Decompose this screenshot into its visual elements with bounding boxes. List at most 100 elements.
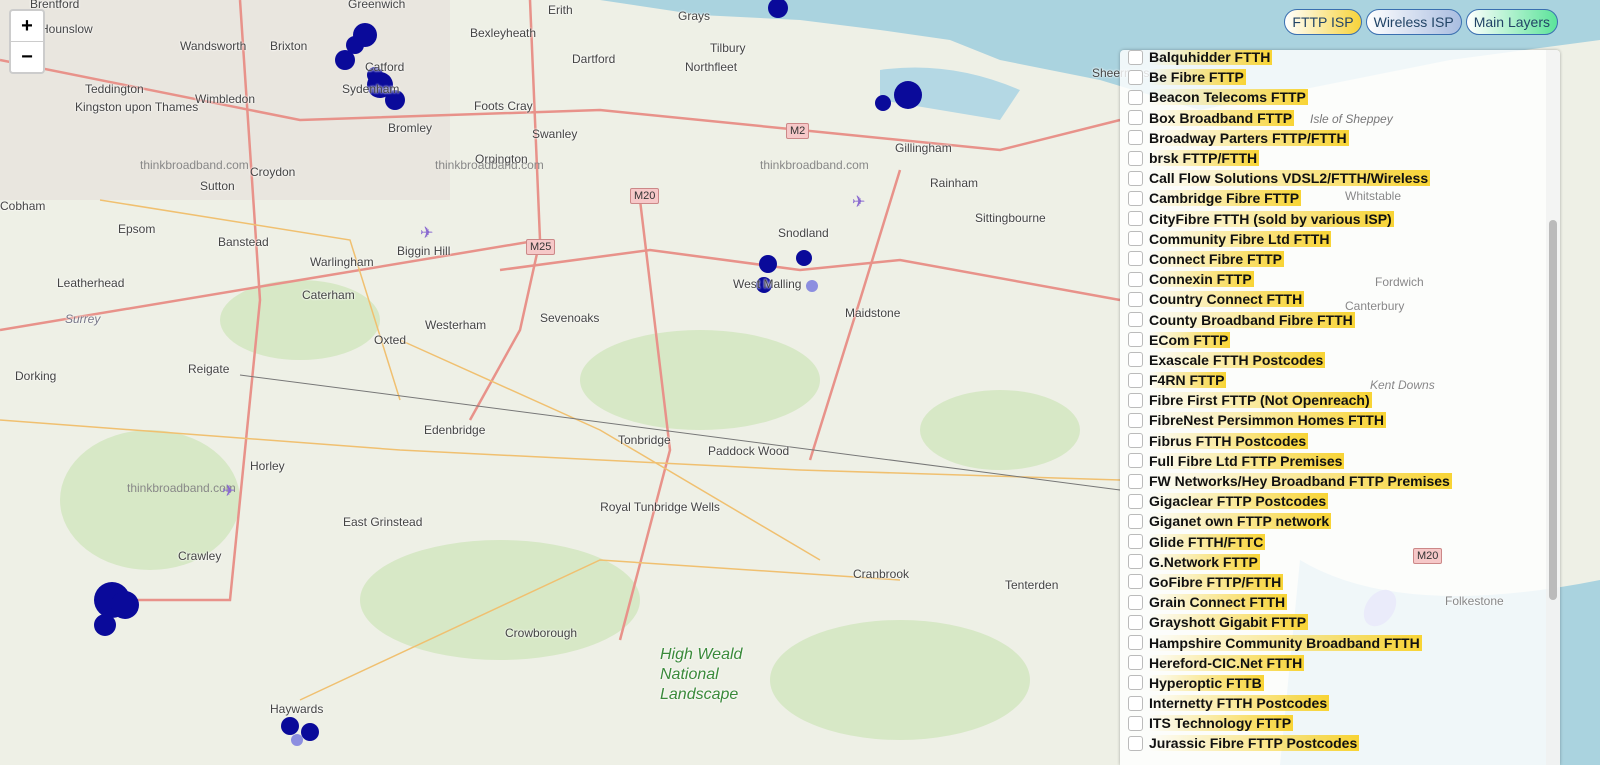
layer-item[interactable]: Country Connect FTTH bbox=[1120, 289, 1560, 309]
layer-checkbox[interactable] bbox=[1128, 150, 1143, 166]
layer-item[interactable]: Internetty FTTH Postcodes bbox=[1120, 693, 1560, 713]
layer-item[interactable]: CityFibre FTTH (sold by various ISP) bbox=[1120, 209, 1560, 229]
layer-checkbox[interactable] bbox=[1128, 211, 1143, 227]
layer-checkbox[interactable] bbox=[1128, 170, 1143, 186]
place-label: Sittingbourne bbox=[975, 211, 1046, 225]
layer-item[interactable]: Be Fibre FTTP bbox=[1120, 67, 1560, 87]
tab-fttp-isp[interactable]: FTTP ISP bbox=[1284, 9, 1362, 35]
place-label: Rainham bbox=[930, 176, 979, 190]
layer-checkbox[interactable] bbox=[1128, 130, 1143, 146]
layer-item[interactable]: Gigaclear FTTP Postcodes bbox=[1120, 491, 1560, 511]
layer-item[interactable]: Connexin FTTP bbox=[1120, 269, 1560, 289]
layer-item[interactable]: Connect Fibre FTTP bbox=[1120, 249, 1560, 269]
layer-item[interactable]: Hyperoptic FTTB bbox=[1120, 673, 1560, 693]
place-label: Catford bbox=[365, 60, 405, 74]
layer-item[interactable]: ITS Technology FTTP bbox=[1120, 713, 1560, 733]
layer-checkbox[interactable] bbox=[1128, 231, 1143, 247]
layer-item[interactable]: F4RN FTTP bbox=[1120, 370, 1560, 390]
layer-label: Full Fibre Ltd FTTP Premises bbox=[1149, 452, 1345, 469]
layer-label: Hyperoptic FTTB bbox=[1149, 674, 1264, 691]
layer-item[interactable]: Full Fibre Ltd FTTP Premises bbox=[1120, 451, 1560, 471]
place-label: Horley bbox=[250, 459, 285, 473]
layer-checkbox[interactable] bbox=[1128, 89, 1143, 105]
tab-wireless-isp[interactable]: Wireless ISP bbox=[1365, 9, 1462, 35]
place-label: Warlingham bbox=[310, 255, 374, 269]
layer-checkbox[interactable] bbox=[1128, 675, 1143, 691]
layer-list-panel[interactable]: Balquhidder FTTH Be Fibre FTTP Beacon Tele… bbox=[1120, 50, 1560, 765]
layer-checkbox[interactable] bbox=[1128, 332, 1143, 348]
layer-tabs: FTTP ISP Wireless ISP Main Layers bbox=[1284, 9, 1558, 35]
layer-item[interactable]: County Broadband Fibre FTTH bbox=[1120, 309, 1560, 329]
layer-checkbox[interactable] bbox=[1128, 372, 1143, 388]
layer-checkbox[interactable] bbox=[1128, 412, 1143, 428]
layer-checkbox[interactable] bbox=[1128, 695, 1143, 711]
place-label: Croydon bbox=[250, 165, 296, 179]
place-label: Haywards bbox=[270, 702, 324, 716]
layer-checkbox[interactable] bbox=[1128, 251, 1143, 267]
layer-checkbox[interactable] bbox=[1128, 392, 1143, 408]
layer-item[interactable]: Box Broadband FTTP bbox=[1120, 108, 1560, 128]
scrollbar[interactable] bbox=[1546, 50, 1560, 765]
place-label: Greenwich bbox=[348, 0, 406, 11]
layer-item[interactable]: Cambridge Fibre FTTP bbox=[1120, 188, 1560, 208]
layer-item[interactable]: brsk FTTP/FTTH bbox=[1120, 148, 1560, 168]
place-label: Teddington bbox=[85, 82, 144, 96]
layer-label: Box Broadband FTTP bbox=[1149, 109, 1295, 126]
layer-checkbox[interactable] bbox=[1128, 554, 1143, 570]
place-label: Grays bbox=[678, 9, 711, 23]
layer-checkbox[interactable] bbox=[1128, 534, 1143, 550]
layer-checkbox[interactable] bbox=[1128, 594, 1143, 610]
layer-item[interactable]: Fibrus FTTH Postcodes bbox=[1120, 431, 1560, 451]
layer-item[interactable]: Glide FTTH/FTTC bbox=[1120, 532, 1560, 552]
tab-main-layers[interactable]: Main Layers bbox=[1465, 9, 1558, 35]
scrollbar-thumb[interactable] bbox=[1549, 220, 1557, 600]
zoom-in-button[interactable]: + bbox=[11, 11, 43, 41]
layer-checkbox[interactable] bbox=[1128, 635, 1143, 651]
layer-checkbox[interactable] bbox=[1128, 574, 1143, 590]
layer-item[interactable]: Hereford-CIC.Net FTTH bbox=[1120, 653, 1560, 673]
layer-checkbox[interactable] bbox=[1128, 473, 1143, 489]
layer-item[interactable]: Giganet own FTTP network bbox=[1120, 511, 1560, 531]
layer-item[interactable]: ECom FTTP bbox=[1120, 330, 1560, 350]
layer-item[interactable]: Exascale FTTH Postcodes bbox=[1120, 350, 1560, 370]
watermark: thinkbroadband.com bbox=[760, 158, 869, 172]
layer-item[interactable]: FibreNest Persimmon Homes FTTH bbox=[1120, 410, 1560, 430]
layer-item[interactable]: Beacon Telecoms FTTP bbox=[1120, 87, 1560, 107]
layer-item[interactable]: Fibre First FTTP (Not Openreach) bbox=[1120, 390, 1560, 410]
layer-checkbox[interactable] bbox=[1128, 614, 1143, 630]
layer-item[interactable]: FW Networks/Hey Broadband FTTP Premises bbox=[1120, 471, 1560, 491]
layer-checkbox[interactable] bbox=[1128, 453, 1143, 469]
layer-checkbox[interactable] bbox=[1128, 513, 1143, 529]
place-label: East Grinstead bbox=[343, 515, 423, 529]
layer-item[interactable]: G.Network FTTP bbox=[1120, 552, 1560, 572]
place-label: Paddock Wood bbox=[708, 444, 790, 458]
layer-checkbox[interactable] bbox=[1128, 50, 1143, 65]
layer-checkbox[interactable] bbox=[1128, 655, 1143, 671]
layer-item[interactable]: Broadway Parters FTTP/FTTH bbox=[1120, 128, 1560, 148]
layer-checkbox[interactable] bbox=[1128, 271, 1143, 287]
layer-checkbox[interactable] bbox=[1128, 493, 1143, 509]
layer-checkbox[interactable] bbox=[1128, 69, 1143, 85]
layer-checkbox[interactable] bbox=[1128, 110, 1143, 126]
layer-item[interactable]: Call Flow Solutions VDSL2/FTTH/Wireless bbox=[1120, 168, 1560, 188]
layer-item[interactable]: GoFibre FTTP/FTTH bbox=[1120, 572, 1560, 592]
layer-item[interactable]: Grayshott Gigabit FTTP bbox=[1120, 612, 1560, 632]
layer-checkbox[interactable] bbox=[1128, 735, 1143, 751]
layer-checkbox[interactable] bbox=[1128, 190, 1143, 206]
layer-checkbox[interactable] bbox=[1128, 715, 1143, 731]
layer-checkbox[interactable] bbox=[1128, 433, 1143, 449]
layer-checkbox[interactable] bbox=[1128, 312, 1143, 328]
layer-item[interactable]: Hampshire Community Broadband FTTH bbox=[1120, 632, 1560, 652]
zoom-out-button[interactable]: − bbox=[11, 41, 43, 72]
layer-label: Hereford-CIC.Net FTTH bbox=[1149, 654, 1305, 671]
place-label: Bexleyheath bbox=[470, 26, 537, 40]
place-label: Leatherhead bbox=[57, 276, 125, 290]
layer-checkbox[interactable] bbox=[1128, 291, 1143, 307]
airport-icon: ✈ bbox=[222, 483, 236, 500]
layer-item[interactable]: Jurassic Fibre FTTP Postcodes bbox=[1120, 733, 1560, 753]
layer-item[interactable]: Grain Connect FTTH bbox=[1120, 592, 1560, 612]
layer-item[interactable]: Community Fibre Ltd FTTH bbox=[1120, 229, 1560, 249]
layer-checkbox[interactable] bbox=[1128, 352, 1143, 368]
layer-label: Glide FTTH/FTTC bbox=[1149, 533, 1266, 550]
layer-item[interactable]: Balquhidder FTTH bbox=[1120, 50, 1560, 67]
